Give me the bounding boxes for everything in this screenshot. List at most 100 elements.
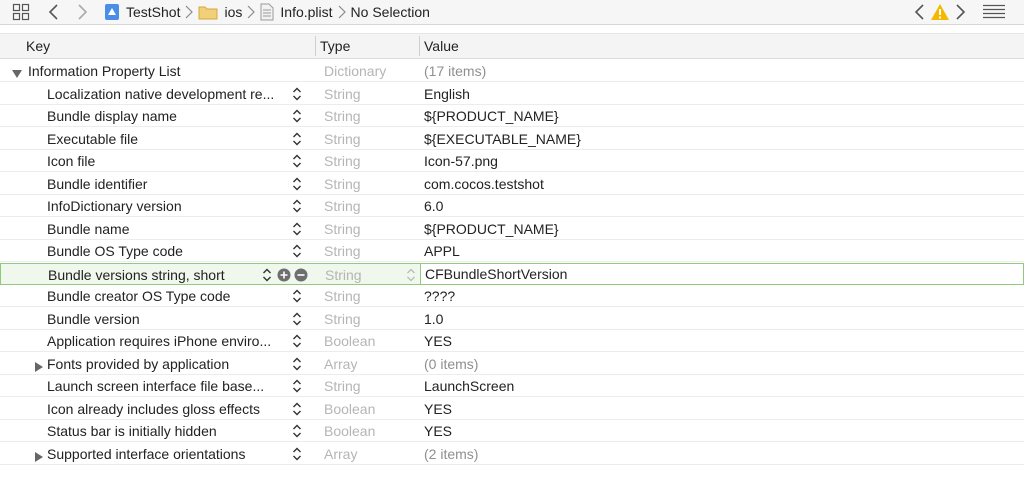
- add-row-icon[interactable]: [277, 268, 291, 282]
- key-stepper-icon[interactable]: [292, 312, 302, 326]
- project-icon: [104, 3, 120, 21]
- breadcrumb-label: Info.plist: [280, 4, 333, 20]
- row-value[interactable]: YES: [424, 398, 1014, 420]
- warning-icon[interactable]: [930, 2, 950, 22]
- jump-bar: TestShot ios Info.plist No Selection: [0, 0, 1024, 25]
- row-value[interactable]: YES: [424, 330, 1014, 352]
- breadcrumb: TestShot ios Info.plist No Selection: [104, 0, 430, 24]
- key-stepper-icon[interactable]: [292, 87, 302, 101]
- row-key: Bundle version: [47, 310, 140, 327]
- row-value: (17 items): [424, 63, 487, 79]
- row-value[interactable]: APPL: [424, 240, 1014, 262]
- row-value[interactable]: 6.0: [424, 195, 1014, 217]
- row-type: Dictionary: [324, 63, 387, 79]
- table-row[interactable]: Icon file String Icon-57.png: [0, 150, 1024, 172]
- key-stepper-icon[interactable]: [292, 402, 302, 416]
- row-type: String: [324, 130, 361, 147]
- table-row[interactable]: Bundle identifier String com.cocos.tests…: [0, 173, 1024, 195]
- row-value[interactable]: LaunchScreen: [424, 375, 1014, 397]
- row-key: Bundle identifier: [47, 175, 148, 192]
- column-divider[interactable]: [315, 36, 316, 56]
- key-stepper-icon[interactable]: [292, 154, 302, 168]
- key-stepper-icon[interactable]: [292, 357, 302, 371]
- key-stepper-icon[interactable]: [292, 424, 302, 438]
- table-row[interactable]: Application requires iPhone enviro... Bo…: [0, 330, 1024, 352]
- column-header-value[interactable]: Value: [424, 34, 459, 58]
- chevron-right-icon: [338, 5, 346, 19]
- row-value[interactable]: 1.0: [424, 308, 1014, 330]
- key-stepper-icon[interactable]: [292, 447, 302, 461]
- row-value[interactable]: Icon-57.png: [424, 150, 1014, 172]
- table-row[interactable]: Fonts provided by application Array (0 i…: [0, 353, 1024, 375]
- document-items-icon[interactable]: [982, 4, 1006, 20]
- chevron-right-icon: [247, 5, 256, 19]
- table-row[interactable]: Status bar is initially hidden Boolean Y…: [0, 420, 1024, 442]
- column-divider[interactable]: [419, 36, 420, 56]
- table-row[interactable]: Bundle name String ${PRODUCT_NAME}: [0, 218, 1024, 240]
- breadcrumb-item-project[interactable]: TestShot: [104, 0, 180, 24]
- table-row[interactable]: Bundle display name String ${PRODUCT_NAM…: [0, 105, 1024, 127]
- key-stepper-icon[interactable]: [292, 334, 302, 348]
- disclosure-expanded-icon[interactable]: [12, 66, 22, 78]
- key-stepper-icon[interactable]: [292, 132, 302, 146]
- folder-icon: [198, 4, 218, 20]
- navigate-back-icon[interactable]: [46, 2, 62, 22]
- table-row[interactable]: InfoDictionary version String 6.0: [0, 195, 1024, 217]
- row-type: Array: [324, 355, 358, 372]
- row-value[interactable]: ${PRODUCT_NAME}: [424, 105, 1014, 127]
- table-row[interactable]: Bundle OS Type code String APPL: [0, 240, 1024, 262]
- row-value[interactable]: ????: [424, 285, 1014, 307]
- row-key: Information Property List: [28, 63, 181, 79]
- row-value[interactable]: CFBundleShortVersion: [425, 264, 567, 284]
- key-stepper-icon[interactable]: [262, 268, 272, 282]
- row-key: Icon already includes gloss effects: [47, 400, 260, 417]
- breadcrumb-item-file[interactable]: Info.plist: [260, 0, 333, 24]
- column-header-key[interactable]: Key: [26, 34, 50, 58]
- row-type: String: [324, 243, 361, 259]
- row-type: String: [324, 378, 361, 394]
- row-key: Bundle OS Type code: [47, 243, 183, 259]
- row-value[interactable]: com.cocos.testshot: [424, 173, 1014, 195]
- row-key: Fonts provided by application: [47, 355, 230, 372]
- key-stepper-icon[interactable]: [292, 109, 302, 123]
- row-value[interactable]: English: [424, 83, 1014, 105]
- next-issue-icon[interactable]: [952, 2, 968, 22]
- breadcrumb-item-folder[interactable]: ios: [198, 0, 242, 24]
- previous-issue-icon[interactable]: [912, 2, 928, 22]
- table-row[interactable]: Icon already includes gloss effects Bool…: [0, 398, 1024, 420]
- key-stepper-icon[interactable]: [292, 289, 302, 303]
- value-edit-field[interactable]: CFBundleShortVersion: [420, 262, 1024, 285]
- key-stepper-icon[interactable]: [292, 199, 302, 213]
- type-stepper-icon[interactable]: [406, 268, 416, 282]
- key-stepper-icon[interactable]: [292, 379, 302, 393]
- table-row[interactable]: Bundle version String 1.0: [0, 308, 1024, 330]
- key-stepper-icon[interactable]: [292, 222, 302, 236]
- row-key: Bundle creator OS Type code: [47, 288, 231, 304]
- chevron-right-icon: [185, 5, 194, 19]
- row-key: Bundle versions string, short: [48, 266, 225, 283]
- row-type: String: [325, 266, 362, 283]
- table-row[interactable]: Launch screen interface file base... Str…: [0, 375, 1024, 397]
- table-row-selected[interactable]: Bundle versions string, short String CFB…: [0, 262, 1024, 285]
- table-row[interactable]: Localization native development re... St…: [0, 83, 1024, 105]
- breadcrumb-item-selection[interactable]: No Selection: [351, 0, 430, 24]
- key-stepper-icon[interactable]: [292, 244, 302, 258]
- disclosure-collapsed-icon[interactable]: [34, 359, 44, 372]
- disclosure-collapsed-icon[interactable]: [34, 449, 44, 462]
- row-type: Array: [324, 445, 358, 462]
- table-row[interactable]: Supported interface orientations Array (…: [0, 443, 1024, 465]
- row-value[interactable]: ${PRODUCT_NAME}: [424, 218, 1014, 240]
- remove-row-icon[interactable]: [294, 268, 308, 282]
- row-type: String: [324, 85, 361, 102]
- table-row[interactable]: Executable file String ${EXECUTABLE_NAME…: [0, 128, 1024, 150]
- table-row[interactable]: Bundle creator OS Type code String ????: [0, 285, 1024, 307]
- column-header-type[interactable]: Type: [320, 34, 350, 58]
- table-row-root[interactable]: Information Property List Dictionary (17…: [0, 60, 1024, 82]
- navigate-forward-icon[interactable]: [74, 2, 90, 22]
- row-value[interactable]: ${EXECUTABLE_NAME}: [424, 128, 1014, 150]
- key-stepper-icon[interactable]: [292, 177, 302, 191]
- row-type: String: [324, 288, 361, 304]
- row-value[interactable]: YES: [424, 420, 1014, 442]
- row-value: (2 items): [424, 445, 479, 462]
- related-items-grid-icon[interactable]: [12, 3, 30, 21]
